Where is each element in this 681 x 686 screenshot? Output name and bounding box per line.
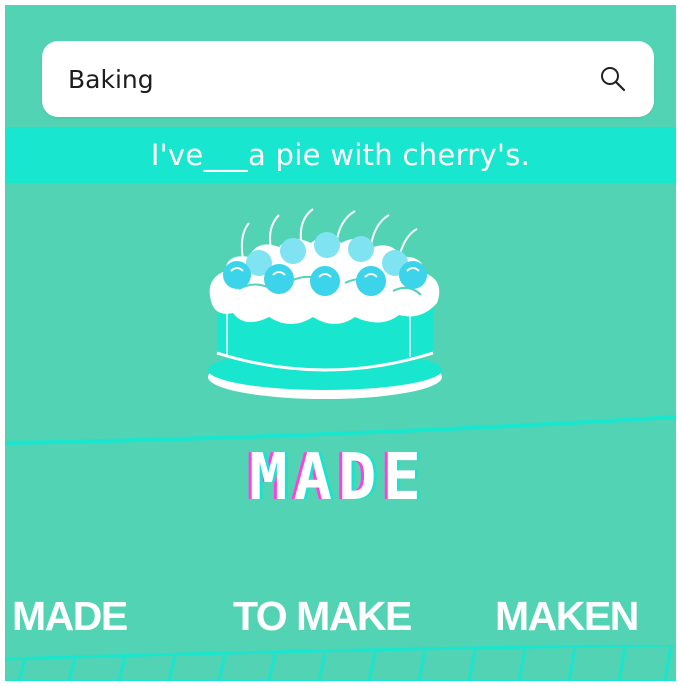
search-icon[interactable] [598, 64, 628, 94]
app-frame: Baking I've___a pie with cherry's. MADE … [5, 5, 676, 681]
option-maken[interactable]: MAKEN [495, 589, 639, 643]
question-banner: I've___a pie with cherry's. [5, 127, 676, 183]
search-input[interactable]: Baking [68, 65, 154, 94]
cherry-cake-icon [208, 208, 442, 399]
answer-word-text: MADE [249, 443, 427, 513]
option-made[interactable]: MADE [12, 589, 128, 643]
decorative-track [5, 645, 676, 681]
question-sentence: I've___a pie with cherry's. [150, 138, 531, 172]
answer-word: MADE MADE MADE [246, 443, 427, 513]
answer-options: MADE TO MAKE MAKEN [5, 589, 676, 643]
search-bar[interactable]: Baking [42, 41, 654, 117]
option-to-make[interactable]: TO MAKE [233, 589, 412, 643]
